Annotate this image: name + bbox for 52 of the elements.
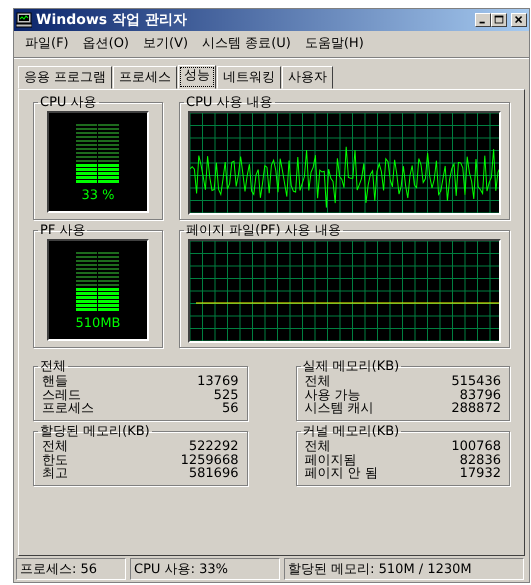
stat-label: 페이지 안 됨 bbox=[304, 467, 378, 481]
group-title: 할당된 메모리(KB) bbox=[39, 424, 151, 438]
tab[interactable]: 사용자 bbox=[282, 66, 334, 89]
menu-item[interactable]: 보기(V) bbox=[136, 33, 196, 54]
stat-value: 1259668 bbox=[180, 454, 238, 468]
stat-value: 525 bbox=[214, 388, 238, 402]
meter-reading: 33 % bbox=[81, 188, 115, 202]
stat-label: 핸들 bbox=[42, 375, 68, 389]
tab[interactable]: 네트워킹 bbox=[217, 66, 282, 89]
maximize-button[interactable] bbox=[491, 13, 507, 27]
meter-reading: 510MB bbox=[76, 316, 120, 330]
stat-label: 최고 bbox=[42, 467, 68, 481]
menu-item[interactable]: 파일(F) bbox=[18, 33, 76, 54]
status-panel: CPU 사용: 33% bbox=[130, 558, 280, 580]
group-title: 전체 bbox=[39, 360, 67, 373]
window-title: Windows 작업 관리자 bbox=[36, 10, 187, 30]
stat-value: 515436 bbox=[451, 375, 501, 389]
stat-value: 581696 bbox=[188, 467, 238, 481]
stat-label: 페이지됨 bbox=[304, 454, 356, 468]
status-panel: 할당된 메모리: 510M / 1230M bbox=[284, 558, 524, 580]
stat-label: 사용 가능 bbox=[304, 388, 361, 402]
stat-label: 한도 bbox=[42, 454, 68, 468]
group-title: 실제 메모리(KB) bbox=[302, 360, 400, 373]
group-title: 커널 메모리(KB) bbox=[302, 424, 400, 438]
menu-item[interactable]: 시스템 종료(U) bbox=[195, 33, 298, 54]
stat-value: 83796 bbox=[460, 388, 501, 402]
stat-label: 스레드 bbox=[42, 388, 81, 402]
close-button[interactable] bbox=[511, 13, 527, 27]
menu-item[interactable]: 도움말(H) bbox=[298, 33, 371, 54]
stat-value: 100768 bbox=[451, 440, 501, 454]
stat-value: 82836 bbox=[460, 454, 501, 468]
stat-label: 전체 bbox=[42, 440, 68, 454]
group-title: 페이지 파일(PF) 사용 내용 bbox=[185, 224, 342, 237]
tab[interactable]: 프로세스 bbox=[113, 66, 178, 89]
status-panel: 프로세스: 56 bbox=[16, 558, 126, 580]
monitor-icon bbox=[16, 12, 32, 28]
tab[interactable]: 응용 프로그램 bbox=[18, 66, 112, 89]
stat-value: 288872 bbox=[451, 402, 501, 416]
group-title: PF 사용 bbox=[39, 224, 86, 237]
stat-label: 프로세스 bbox=[42, 402, 94, 416]
stat-label: 시스템 캐시 bbox=[304, 402, 374, 416]
group-title: CPU 사용 내용 bbox=[185, 96, 274, 109]
group-title: CPU 사용 bbox=[39, 96, 98, 109]
minimize-button[interactable] bbox=[475, 13, 491, 27]
stat-value: 522292 bbox=[188, 440, 238, 454]
stat-label: 전체 bbox=[304, 440, 330, 454]
tab[interactable]: 성능 bbox=[178, 64, 216, 89]
stat-value: 56 bbox=[222, 402, 238, 416]
stat-value: 17932 bbox=[460, 467, 501, 481]
menu-item[interactable]: 옵션(O) bbox=[76, 33, 136, 54]
stat-value: 13769 bbox=[197, 375, 238, 389]
stat-label: 전체 bbox=[304, 375, 330, 389]
